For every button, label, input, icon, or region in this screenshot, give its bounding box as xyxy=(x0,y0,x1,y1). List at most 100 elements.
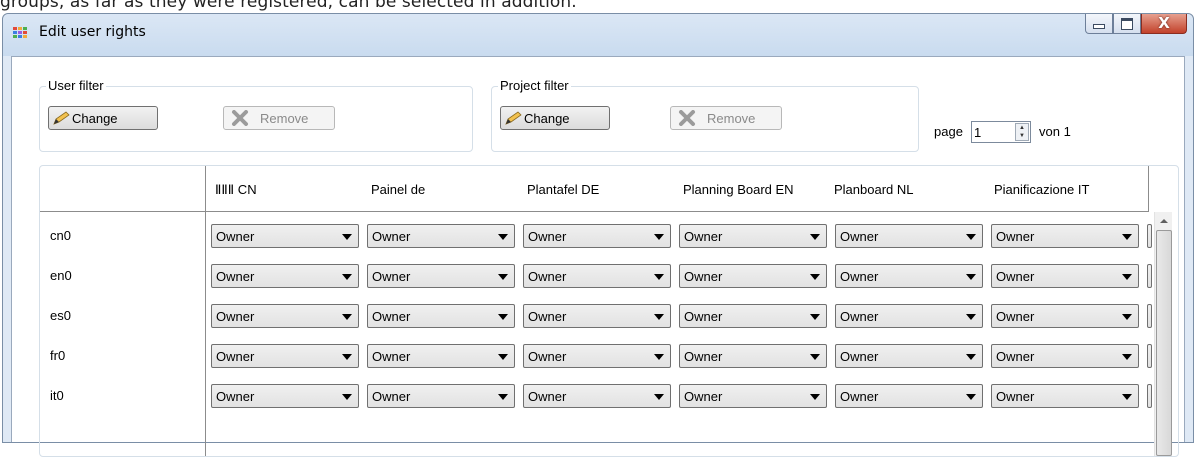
chevron-down-icon xyxy=(966,274,976,280)
rights-dropdown[interactable]: Owner xyxy=(211,304,359,328)
rights-dropdown[interactable]: Owner xyxy=(835,384,983,408)
project-filter-change-label: Change xyxy=(524,110,570,126)
rights-dropdown[interactable]: Owner xyxy=(679,224,827,248)
rights-dropdown[interactable]: Owner xyxy=(835,304,983,328)
chevron-down-icon xyxy=(342,274,352,280)
rights-dropdown[interactable]: Owner xyxy=(679,304,827,328)
project-filter-change-button[interactable]: Change xyxy=(500,106,610,130)
chevron-down-icon xyxy=(654,354,664,360)
page-number-spinner[interactable]: ▲ ▼ xyxy=(971,121,1031,143)
spinner-buttons[interactable]: ▲ ▼ xyxy=(1015,123,1029,141)
rights-dropdown[interactable]: Owner xyxy=(835,224,983,248)
row-label: fr0 xyxy=(50,348,66,363)
rights-dropdown[interactable]: Owner xyxy=(211,264,359,288)
spin-down-icon[interactable]: ▼ xyxy=(1016,132,1028,140)
rights-dropdown[interactable]: Owner xyxy=(367,344,515,368)
chevron-down-icon xyxy=(1122,274,1132,280)
grid-divider xyxy=(40,211,1148,212)
rights-dropdown[interactable]: Owner xyxy=(835,264,983,288)
rights-dropdown[interactable]: Owner xyxy=(211,384,359,408)
spin-up-icon[interactable]: ▲ xyxy=(1016,124,1028,132)
rights-dropdown[interactable]: Owner xyxy=(523,344,671,368)
rights-dropdown[interactable]: Owner xyxy=(991,344,1139,368)
rights-dropdown[interactable]: Owner xyxy=(991,224,1139,248)
rights-dropdown-clipped[interactable] xyxy=(1147,384,1152,408)
chevron-down-icon xyxy=(498,354,508,360)
rights-dropdown-clipped[interactable] xyxy=(1147,224,1152,248)
chevron-down-icon xyxy=(498,274,508,280)
rights-dropdown-value: Owner xyxy=(216,349,255,364)
column-header: ⅡⅡⅡ CN xyxy=(215,182,257,197)
minimize-icon xyxy=(1093,24,1105,29)
rights-dropdown[interactable]: Owner xyxy=(991,384,1139,408)
rights-dropdown-value: Owner xyxy=(996,229,1035,244)
project-filter-remove-label: Remove xyxy=(707,110,756,126)
rights-dropdown[interactable]: Owner xyxy=(367,384,515,408)
rights-dropdown-clipped[interactable] xyxy=(1147,344,1152,368)
row-label: cn0 xyxy=(50,228,71,243)
chevron-up-icon xyxy=(1159,218,1168,223)
rights-dropdown[interactable]: Owner xyxy=(523,264,671,288)
chevron-down-icon xyxy=(654,394,664,400)
rights-dropdown[interactable]: Owner xyxy=(679,384,827,408)
page-number-input[interactable] xyxy=(974,124,1014,140)
rights-dropdown[interactable]: Owner xyxy=(211,344,359,368)
rights-dropdown-value: Owner xyxy=(840,269,879,284)
grid-vertical-scrollbar[interactable] xyxy=(1154,212,1172,456)
rights-dropdown-value: Owner xyxy=(840,349,879,364)
chevron-down-icon xyxy=(810,274,820,280)
chevron-down-icon xyxy=(810,234,820,240)
chevron-down-icon xyxy=(810,354,820,360)
rights-dropdown-value: Owner xyxy=(372,229,411,244)
maximize-button[interactable] xyxy=(1113,14,1141,34)
rights-dropdown[interactable]: Owner xyxy=(991,304,1139,328)
rights-dropdown[interactable]: Owner xyxy=(991,264,1139,288)
pencil-icon xyxy=(53,111,70,125)
chevron-down-icon xyxy=(342,234,352,240)
user-filter-change-label: Change xyxy=(72,110,118,126)
rights-dropdown-value: Owner xyxy=(840,229,879,244)
project-filter-group: Project filter Change Remove xyxy=(491,78,919,152)
user-filter-remove-button[interactable]: Remove xyxy=(223,106,335,130)
rights-dropdown-value: Owner xyxy=(216,269,255,284)
user-filter-change-button[interactable]: Change xyxy=(48,106,158,130)
rights-dropdown-clipped[interactable] xyxy=(1147,264,1152,288)
rights-dropdown[interactable]: Owner xyxy=(367,304,515,328)
rights-dropdown[interactable]: Owner xyxy=(835,344,983,368)
chevron-down-icon xyxy=(498,314,508,320)
grid-divider xyxy=(205,166,206,456)
dialog-client-area: User filter Change Remove Project filter xyxy=(11,56,1185,457)
rights-dropdown[interactable]: Owner xyxy=(679,344,827,368)
rights-dropdown-value: Owner xyxy=(528,229,567,244)
scroll-up-button[interactable] xyxy=(1155,212,1172,229)
chevron-down-icon xyxy=(1122,234,1132,240)
rights-dropdown[interactable]: Owner xyxy=(523,384,671,408)
rights-dropdown-value: Owner xyxy=(996,309,1035,324)
column-header: Planboard NL xyxy=(834,182,914,197)
rights-dropdown-value: Owner xyxy=(216,389,255,404)
rights-dropdown[interactable]: Owner xyxy=(523,304,671,328)
rights-dropdown-value: Owner xyxy=(528,269,567,284)
rights-dropdown[interactable]: Owner xyxy=(523,224,671,248)
rights-dropdown-value: Owner xyxy=(372,269,411,284)
chevron-down-icon xyxy=(342,314,352,320)
document-text-fragment: groups, as far as they were registered, … xyxy=(0,0,577,12)
close-button[interactable]: X xyxy=(1141,14,1187,34)
rights-dropdown[interactable]: Owner xyxy=(211,224,359,248)
scrollbar-thumb[interactable] xyxy=(1156,230,1172,456)
project-filter-remove-button[interactable]: Remove xyxy=(670,106,782,130)
rights-grid: ⅡⅡⅡ CN Painel de Plantafel DE Planning B… xyxy=(39,165,1179,457)
user-filter-group: User filter Change Remove xyxy=(39,78,473,152)
edit-user-rights-window: Edit user rights X User filter Change Re… xyxy=(2,13,1194,457)
chevron-down-icon xyxy=(1122,394,1132,400)
title-bar[interactable]: Edit user rights X xyxy=(3,14,1193,56)
rights-dropdown[interactable]: Owner xyxy=(367,224,515,248)
column-header: Pianificazione IT xyxy=(994,182,1090,197)
app-grid-icon xyxy=(13,27,27,38)
minimize-button[interactable] xyxy=(1085,14,1113,34)
window-title: Edit user rights xyxy=(39,24,146,40)
rights-dropdown[interactable]: Owner xyxy=(679,264,827,288)
rights-dropdown-value: Owner xyxy=(684,309,723,324)
rights-dropdown-clipped[interactable] xyxy=(1147,304,1152,328)
rights-dropdown[interactable]: Owner xyxy=(367,264,515,288)
